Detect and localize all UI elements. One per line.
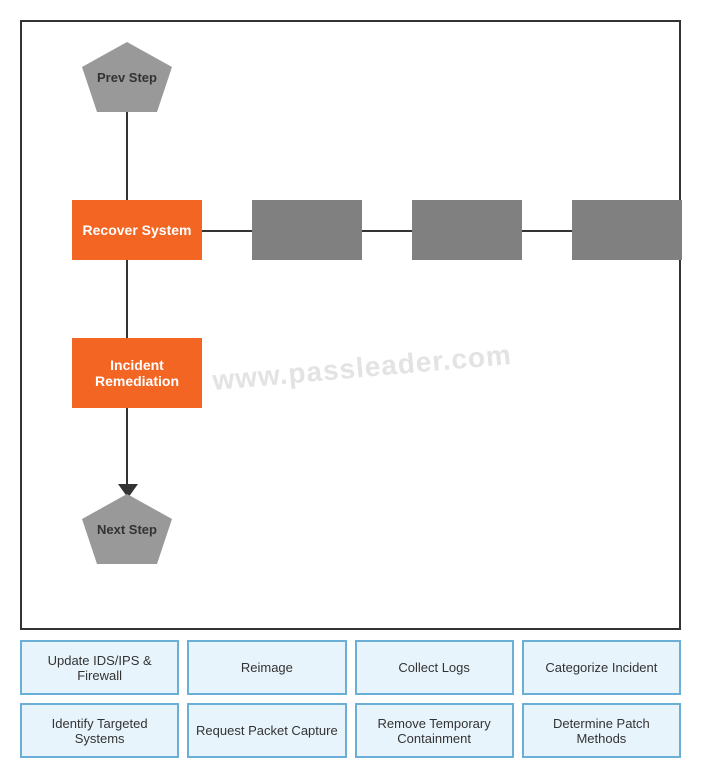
- incident-remediation-box: Incident Remediation: [72, 338, 202, 408]
- grid-cell-collect-logs-label: Collect Logs: [398, 660, 470, 675]
- incident-remediation-label: Incident Remediation: [72, 357, 202, 389]
- grid-cell-determine-patch-label: Determine Patch Methods: [529, 716, 674, 746]
- grid-cell-request-packet: Request Packet Capture: [187, 703, 346, 758]
- grid-cell-categorize: Categorize Incident: [522, 640, 681, 695]
- grid-cell-identify: Identify Targeted Systems: [20, 703, 179, 758]
- gray-box-1: [252, 200, 362, 260]
- diagram-box: Prev Step Recover System Incident Remedi…: [20, 20, 681, 630]
- line-v1: [126, 112, 128, 202]
- grid-cell-collect-logs: Collect Logs: [355, 640, 514, 695]
- grid-cell-reimage-label: Reimage: [241, 660, 293, 675]
- grid-cell-update-ids: Update IDS/IPS & Firewall: [20, 640, 179, 695]
- grid-cell-identify-label: Identify Targeted Systems: [27, 716, 172, 746]
- grid-cell-request-packet-label: Request Packet Capture: [196, 723, 338, 738]
- grid-cell-reimage: Reimage: [187, 640, 346, 695]
- watermark: www.passleader.com: [211, 339, 513, 397]
- prev-step: Prev Step: [82, 42, 172, 112]
- recover-system-label: Recover System: [83, 222, 192, 238]
- bottom-grid: Update IDS/IPS & Firewall Reimage Collec…: [20, 640, 681, 758]
- grid-cell-categorize-label: Categorize Incident: [545, 660, 657, 675]
- prev-step-label: Prev Step: [97, 70, 157, 85]
- grid-cell-remove-containment-label: Remove Temporary Containment: [362, 716, 507, 746]
- grid-cell-remove-containment: Remove Temporary Containment: [355, 703, 514, 758]
- grid-cell-determine-patch: Determine Patch Methods: [522, 703, 681, 758]
- grid-cell-update-ids-label: Update IDS/IPS & Firewall: [27, 653, 172, 683]
- line-v2: [126, 260, 128, 340]
- next-step: Next Step: [82, 494, 172, 564]
- next-step-label: Next Step: [97, 522, 157, 537]
- gray-box-3: [572, 200, 682, 260]
- line-v3: [126, 408, 128, 488]
- recover-system-box: Recover System: [72, 200, 202, 260]
- main-container: Prev Step Recover System Incident Remedi…: [0, 0, 701, 778]
- gray-box-2: [412, 200, 522, 260]
